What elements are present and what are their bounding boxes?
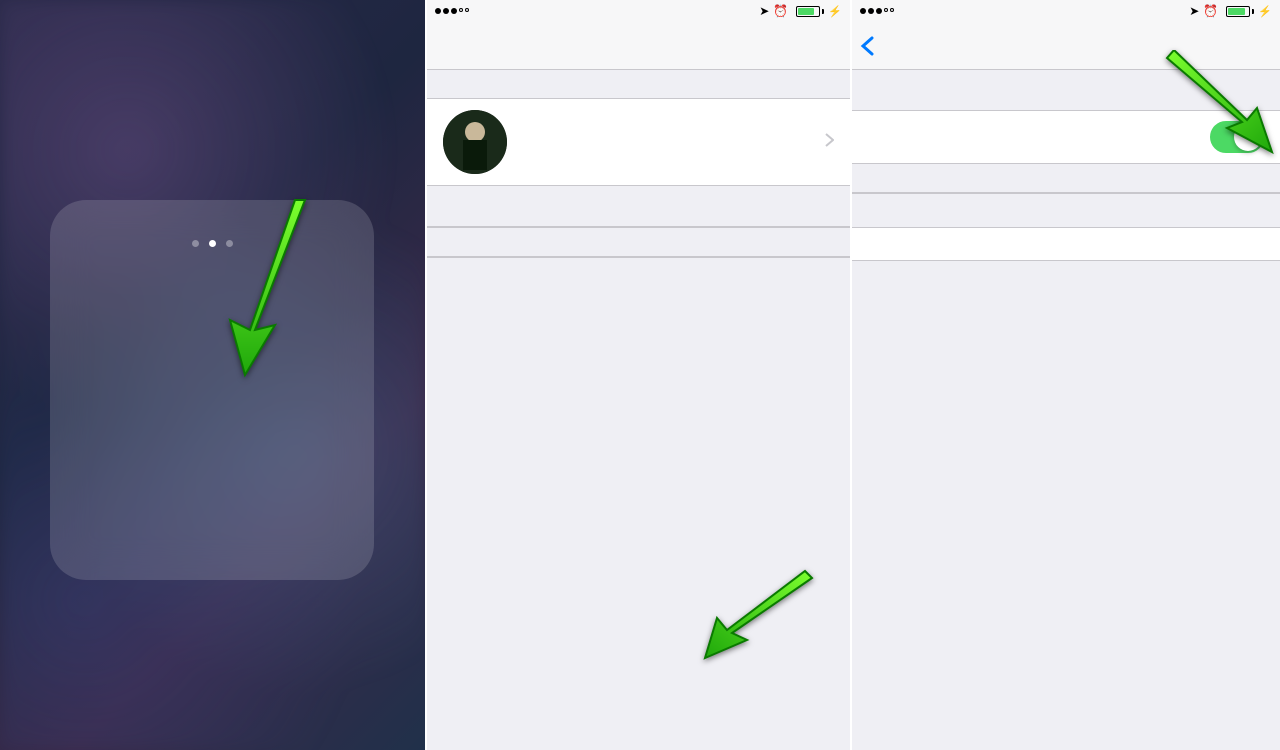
lockscreen-footer bbox=[852, 194, 1280, 202]
alert-style-header bbox=[852, 202, 1280, 227]
battery-icon bbox=[796, 6, 824, 17]
charging-icon: ⚡ bbox=[828, 5, 842, 18]
nav-bar bbox=[852, 22, 1280, 70]
home-folder-panel bbox=[0, 0, 425, 750]
chevron-icon bbox=[825, 133, 834, 152]
location-icon: ➤ bbox=[759, 4, 769, 18]
battery-icon bbox=[1226, 6, 1254, 17]
allow-notifications-row[interactable] bbox=[852, 111, 1280, 163]
folder-box bbox=[50, 200, 374, 580]
alarm-icon: ⏰ bbox=[773, 4, 788, 18]
status-bar: ➤ ⏰ ⚡ bbox=[852, 0, 1280, 22]
signal-icon bbox=[435, 8, 469, 14]
twitter-notif-panel: ➤ ⏰ ⚡ bbox=[850, 0, 1280, 750]
settings-panel: ➤ ⏰ ⚡ bbox=[425, 0, 850, 750]
location-icon: ➤ bbox=[1189, 4, 1199, 18]
signal-icon bbox=[860, 8, 894, 14]
charging-icon: ⚡ bbox=[1258, 5, 1272, 18]
nav-bar bbox=[427, 22, 850, 70]
avatar bbox=[443, 110, 507, 174]
profile-row[interactable] bbox=[427, 99, 850, 185]
alert-style-footer bbox=[852, 261, 1280, 269]
status-bar: ➤ ⏰ ⚡ bbox=[427, 0, 850, 22]
back-button[interactable] bbox=[860, 36, 876, 56]
alarm-icon: ⏰ bbox=[1203, 4, 1218, 18]
annotation-arrow-notifications bbox=[697, 568, 817, 668]
allow-notifications-toggle[interactable] bbox=[1210, 121, 1264, 153]
page-indicator[interactable] bbox=[74, 240, 350, 247]
